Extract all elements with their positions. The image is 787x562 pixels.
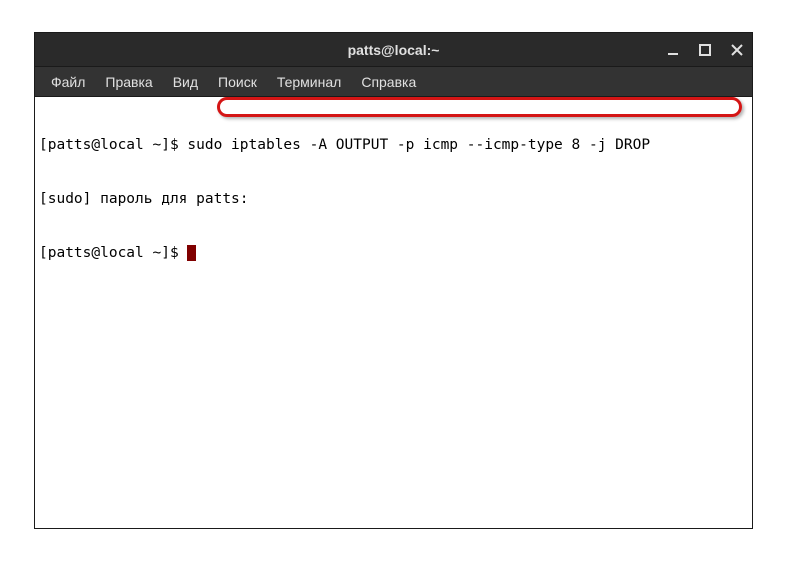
minimize-button[interactable] bbox=[664, 41, 682, 59]
prompt: [patts@local ~]$ bbox=[39, 137, 187, 153]
highlight-annotation bbox=[217, 97, 742, 117]
minimize-icon bbox=[667, 44, 679, 56]
menu-terminal[interactable]: Терминал bbox=[267, 69, 351, 95]
cursor-icon bbox=[187, 245, 196, 261]
titlebar: patts@local:~ bbox=[35, 33, 752, 67]
menu-file[interactable]: Файл bbox=[41, 69, 95, 95]
terminal-line: [patts@local ~]$ sudo iptables -A OUTPUT… bbox=[39, 136, 748, 154]
menu-help[interactable]: Справка bbox=[351, 69, 426, 95]
menubar: Файл Правка Вид Поиск Терминал Справка bbox=[35, 67, 752, 97]
window-controls bbox=[664, 33, 746, 66]
maximize-button[interactable] bbox=[696, 41, 714, 59]
menu-edit[interactable]: Правка bbox=[95, 69, 162, 95]
terminal-line: [sudo] пароль для patts: bbox=[39, 190, 748, 208]
close-icon bbox=[731, 44, 743, 56]
command-text: sudo iptables -A OUTPUT -p icmp --icmp-t… bbox=[187, 137, 650, 153]
close-button[interactable] bbox=[728, 41, 746, 59]
terminal-body[interactable]: [patts@local ~]$ sudo iptables -A OUTPUT… bbox=[35, 97, 752, 528]
menu-view[interactable]: Вид bbox=[163, 69, 208, 95]
menu-search[interactable]: Поиск bbox=[208, 69, 267, 95]
terminal-line: [patts@local ~]$ bbox=[39, 244, 748, 262]
window-title: patts@local:~ bbox=[348, 42, 440, 58]
terminal-window: patts@local:~ Файл Правка Вид Поиск Терм… bbox=[34, 32, 753, 529]
prompt: [patts@local ~]$ bbox=[39, 245, 187, 261]
output-text: [sudo] пароль для patts: bbox=[39, 191, 249, 207]
maximize-icon bbox=[699, 44, 711, 56]
